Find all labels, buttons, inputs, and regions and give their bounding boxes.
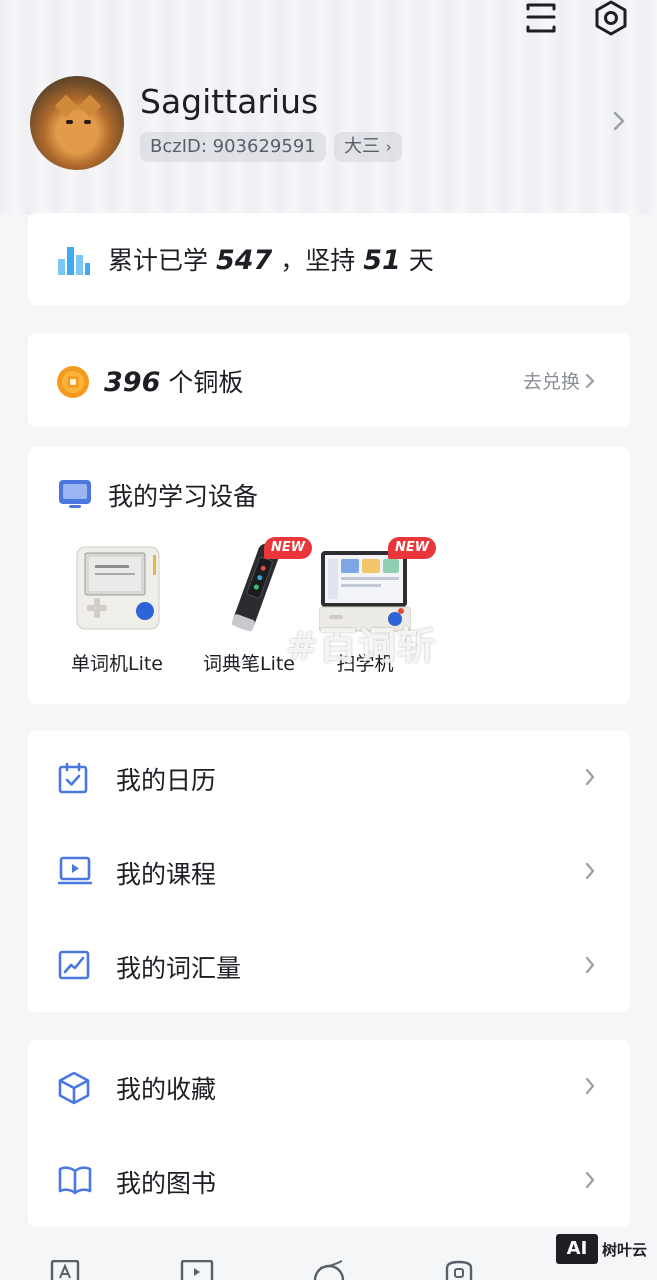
learning-stats-text: 累计已学 547 ，坚持 51 天	[108, 245, 434, 276]
menu-item-favorites[interactable]: 我的收藏	[28, 1040, 630, 1132]
menu-item-books[interactable]: 我的图书	[28, 1134, 630, 1226]
tab-words-icon[interactable]	[50, 1259, 80, 1280]
menu-item-courses[interactable]: 我的课程	[28, 825, 630, 917]
book-icon	[58, 1165, 92, 1199]
devices-title: 我的学习设备	[108, 482, 259, 511]
settings-icon[interactable]	[593, 0, 629, 36]
chevron-right-icon	[584, 955, 596, 979]
menu-label: 我的课程	[116, 860, 217, 889]
username: Sagittarius	[140, 82, 319, 121]
avatar[interactable]	[30, 76, 124, 170]
chevron-right-icon	[584, 767, 596, 791]
monitor-icon	[58, 479, 92, 513]
redeem-link[interactable]: 去兑换	[523, 367, 596, 394]
device-name: 单词机Lite	[70, 653, 163, 675]
new-badge: NEW	[388, 537, 437, 559]
streak-days-count: 51	[363, 245, 401, 276]
ai-logo-box: AI	[556, 1234, 598, 1264]
grade-chip[interactable]: 大三 ›	[334, 132, 402, 162]
menu-label: 我的词汇量	[116, 954, 242, 983]
cube-icon	[58, 1071, 90, 1109]
menu-item-calendar[interactable]: 我的日历	[28, 731, 630, 823]
chevron-right-icon	[612, 110, 626, 136]
corner-watermark-logo: AI 树叶云	[556, 1234, 647, 1264]
word-machine-image	[76, 546, 160, 630]
chevron-right-icon	[584, 1076, 596, 1100]
words-learned-count: 547	[215, 245, 273, 276]
menu-item-vocabulary[interactable]: 我的词汇量	[28, 919, 630, 1011]
chevron-right-icon	[585, 373, 595, 388]
learning-stats-card[interactable]: 累计已学 547 ，坚持 51 天	[28, 213, 630, 305]
watermark-text: #百词斩	[286, 624, 436, 668]
bcz-id-chip: BczID: 903629591	[140, 132, 326, 162]
tab-explore-icon[interactable]	[312, 1260, 346, 1280]
grade-label: 大三	[344, 136, 380, 157]
menu-group-2: 我的收藏 我的图书	[28, 1040, 630, 1227]
chevron-right-icon	[584, 1170, 596, 1194]
menu-group-1: 我的日历 我的课程 我的词汇量	[28, 731, 630, 1012]
bar-chart-icon	[58, 245, 90, 279]
coin-icon	[56, 365, 90, 403]
menu-label: 我的日历	[116, 766, 217, 795]
tab-store-icon[interactable]	[444, 1260, 474, 1280]
tab-video-icon[interactable]	[180, 1259, 214, 1280]
menu-label: 我的收藏	[116, 1075, 217, 1104]
top-toolbar	[523, 0, 629, 36]
logo-text: 树叶云	[602, 1240, 648, 1259]
menu-label: 我的图书	[116, 1169, 217, 1198]
chevron-right-icon	[584, 861, 596, 885]
device-word-machine-lite[interactable]: 单词机Lite	[52, 543, 182, 675]
coin-count: 396	[104, 367, 161, 398]
coin-label: 个铜板	[168, 368, 244, 397]
learning-devices-card: 我的学习设备 单词机Lite NEW 词典笔Lite NEW 扫学机 #百词斩	[28, 447, 630, 704]
course-icon	[57, 856, 93, 890]
profile-section[interactable]: Sagittarius BczID: 903629591 大三 ›	[30, 76, 630, 170]
calendar-icon	[58, 762, 88, 798]
coins-card[interactable]: 396 个铜板 去兑换	[28, 333, 630, 427]
chevron-right-icon: ›	[385, 138, 392, 156]
vocabulary-chart-icon	[58, 950, 90, 984]
scan-icon[interactable]	[523, 0, 559, 36]
coins-text: 396 个铜板	[104, 363, 243, 399]
